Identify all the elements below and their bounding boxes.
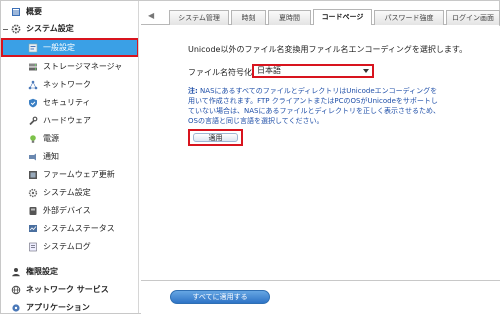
- sidebar-item-label: ファームウェア更新: [43, 170, 115, 179]
- globe-icon: [10, 284, 21, 295]
- filename-encoding-label: ファイル名符号化:: [188, 68, 255, 77]
- sidebar-item-label: 権限設定: [26, 267, 58, 276]
- page-description: Unicode以外のファイル名変換用ファイル名エンコーディングを選択します。: [188, 45, 468, 54]
- notification-icon: [27, 151, 38, 162]
- sidebar-item-label: ストレージマネージャ: [43, 62, 123, 71]
- sidebar-item-label: 外部デバイス: [43, 206, 91, 215]
- bulb-icon: [27, 133, 38, 144]
- sidebar-item-label: 通知: [43, 152, 59, 161]
- firmware-icon: [27, 169, 38, 180]
- wrench-icon: [27, 115, 38, 126]
- sidebar-item-label: アプリケーション: [26, 303, 90, 312]
- gear-icon: [10, 23, 21, 34]
- sidebar-item-system-log[interactable]: システムログ: [1, 238, 138, 255]
- chevron-down-icon: [363, 69, 369, 73]
- sidebar-item-general-settings[interactable]: 一般設定: [1, 38, 138, 57]
- filename-encoding-select[interactable]: 日本語: [252, 64, 374, 78]
- sidebar-item-label: システム設定: [26, 24, 74, 33]
- sidebar-item-system-settings[interactable]: システム設定: [1, 20, 138, 37]
- sidebar-item-label: ネットワーク サービス: [26, 285, 109, 294]
- sidebar-item-applications[interactable]: アプリケーション: [1, 299, 138, 313]
- select-value: 日本語: [257, 66, 281, 75]
- sidebar-item-external-devices[interactable]: 外部デバイス: [1, 202, 138, 219]
- sidebar-item-label: ネットワーク: [43, 80, 91, 89]
- tab-codepage[interactable]: コードページ: [313, 9, 372, 25]
- sidebar-item-label: ハードウェア: [43, 116, 91, 125]
- sidebar-item-label: 電源: [43, 134, 59, 143]
- sidebar-item-network[interactable]: ネットワーク: [1, 76, 138, 93]
- sidebar-item-hardware[interactable]: ハードウェア: [1, 112, 138, 129]
- gear-icon: [27, 187, 38, 198]
- sidebar-item-system-config[interactable]: システム設定: [1, 184, 138, 201]
- tab-dst[interactable]: 夏時間: [268, 10, 311, 25]
- applications-icon: [10, 302, 21, 313]
- status-icon: [27, 223, 38, 234]
- sidebar-item-label: 一般設定: [43, 43, 75, 52]
- tab-system-admin[interactable]: システム管理: [169, 10, 229, 25]
- sidebar-item-label: システムログ: [43, 242, 91, 251]
- tab-scroll-left-icon[interactable]: ◀: [148, 11, 156, 21]
- sidebar-item-notification[interactable]: 通知: [1, 148, 138, 165]
- tab-time[interactable]: 時刻: [231, 10, 266, 25]
- apply-all-button[interactable]: すべてに適用する: [170, 290, 270, 304]
- sidebar-item-firmware-update[interactable]: ファームウェア更新: [1, 166, 138, 183]
- sidebar-item-label: 概要: [26, 7, 42, 16]
- user-icon: [10, 266, 21, 277]
- sidebar-item-security[interactable]: セキュリティ: [1, 94, 138, 111]
- tab-bar: ◀ システム管理 時刻 夏時間 コードページ パスワード強度 ログイン画面: [141, 7, 500, 25]
- apply-button-highlight: 適用: [188, 129, 243, 146]
- sidebar: 概要 システム設定 一般設定 ストレージマネージャ ネットワーク セキュリティ: [1, 1, 139, 313]
- note-body: NASにあるすべてのファイルとディレクトリはUnicodeエンコーディングを用い…: [188, 87, 440, 125]
- note-text: 注: NASにあるすべてのファイルとディレクトリはUnicodeエンコーディング…: [188, 86, 440, 126]
- tab-password-strength[interactable]: パスワード強度: [374, 10, 444, 25]
- apply-button[interactable]: 適用: [193, 133, 238, 142]
- sidebar-item-label: システム設定: [43, 188, 91, 197]
- storage-icon: [27, 61, 38, 72]
- note-prefix: 注:: [188, 87, 198, 95]
- shield-icon: [27, 97, 38, 108]
- external-device-icon: [27, 205, 38, 216]
- sidebar-item-power[interactable]: 電源: [1, 130, 138, 147]
- sidebar-item-label: システムステータス: [43, 224, 115, 233]
- sidebar-item-storage-manager[interactable]: ストレージマネージャ: [1, 58, 138, 75]
- sidebar-item-privileges[interactable]: 権限設定: [1, 263, 138, 280]
- network-icon: [27, 79, 38, 90]
- sidebar-item-network-services[interactable]: ネットワーク サービス: [1, 281, 138, 298]
- sidebar-item-system-status[interactable]: システムステータス: [1, 220, 138, 237]
- main-content: Unicode以外のファイル名変換用ファイル名エンコーディングを選択します。 フ…: [141, 26, 500, 314]
- tab-login-screen[interactable]: ログイン画面: [446, 10, 500, 25]
- sidebar-item-overview[interactable]: 概要: [1, 3, 138, 20]
- footer-divider: [141, 280, 500, 281]
- general-settings-icon: [27, 42, 38, 53]
- sidebar-item-label: セキュリティ: [43, 98, 91, 107]
- overview-icon: [10, 6, 21, 17]
- log-icon: [27, 241, 38, 252]
